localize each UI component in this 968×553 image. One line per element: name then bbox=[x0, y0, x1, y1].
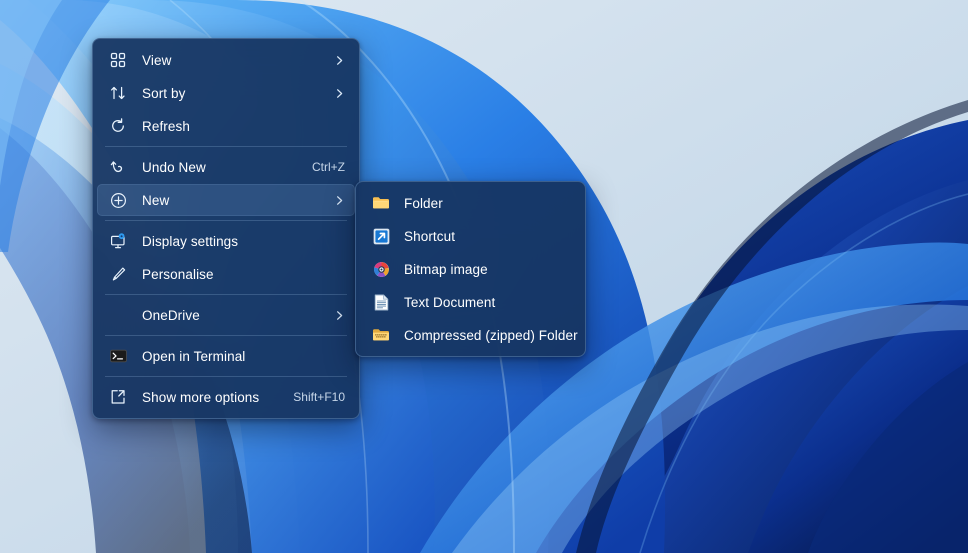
undo-icon bbox=[108, 157, 128, 177]
menu-item-label: Open in Terminal bbox=[142, 349, 345, 364]
menu-separator bbox=[105, 294, 347, 295]
menu-item-label: Sort by bbox=[142, 86, 323, 101]
menu-separator bbox=[105, 146, 347, 147]
menu-item-personalise[interactable]: Personalise bbox=[97, 258, 355, 290]
plus-circle-icon bbox=[108, 190, 128, 210]
submenu-item-bitmap-image[interactable]: Bitmap image bbox=[360, 253, 581, 285]
menu-item-label: Undo New bbox=[142, 160, 298, 175]
menu-item-refresh[interactable]: Refresh bbox=[97, 110, 355, 142]
menu-item-view[interactable]: View bbox=[97, 44, 355, 76]
menu-item-undo-new[interactable]: Undo New Ctrl+Z bbox=[97, 151, 355, 183]
submenu-item-label: Bitmap image bbox=[404, 262, 571, 277]
menu-item-accelerator: Ctrl+Z bbox=[312, 160, 345, 174]
menu-separator bbox=[105, 335, 347, 336]
menu-separator bbox=[105, 220, 347, 221]
menu-item-label: View bbox=[142, 53, 323, 68]
menu-item-open-in-terminal[interactable]: Open in Terminal bbox=[97, 340, 355, 372]
chevron-right-icon bbox=[333, 194, 345, 206]
menu-item-label: Refresh bbox=[142, 119, 345, 134]
chevron-right-icon bbox=[333, 87, 345, 99]
chevron-right-icon bbox=[333, 54, 345, 66]
submenu-item-compressed-folder[interactable]: Compressed (zipped) Folder bbox=[360, 319, 581, 351]
brush-icon bbox=[108, 264, 128, 284]
zipped-folder-icon bbox=[371, 325, 391, 345]
menu-item-label: Personalise bbox=[142, 267, 345, 282]
submenu-item-label: Folder bbox=[404, 196, 571, 211]
submenu-item-label: Text Document bbox=[404, 295, 571, 310]
submenu-item-label: Compressed (zipped) Folder bbox=[404, 328, 578, 343]
folder-icon bbox=[371, 193, 391, 213]
submenu-item-folder[interactable]: Folder bbox=[360, 187, 581, 219]
terminal-icon bbox=[108, 346, 128, 366]
shortcut-icon bbox=[371, 226, 391, 246]
submenu-item-label: Shortcut bbox=[404, 229, 571, 244]
menu-item-label: OneDrive bbox=[142, 308, 323, 323]
expand-icon bbox=[108, 387, 128, 407]
menu-item-label: Display settings bbox=[142, 234, 345, 249]
monitor-icon bbox=[108, 231, 128, 251]
menu-item-onedrive[interactable]: OneDrive bbox=[97, 299, 355, 331]
menu-item-label: New bbox=[142, 193, 323, 208]
new-submenu[interactable]: Folder Shortcut bbox=[355, 181, 586, 357]
menu-item-sort-by[interactable]: Sort by bbox=[97, 77, 355, 109]
submenu-item-shortcut[interactable]: Shortcut bbox=[360, 220, 581, 252]
sort-icon bbox=[108, 83, 128, 103]
submenu-item-text-document[interactable]: Text Document bbox=[360, 286, 581, 318]
onedrive-icon-placeholder bbox=[108, 305, 128, 325]
bitmap-image-icon bbox=[371, 259, 391, 279]
menu-item-new[interactable]: New bbox=[97, 184, 355, 216]
text-document-icon bbox=[371, 292, 391, 312]
refresh-icon bbox=[108, 116, 128, 136]
grid-icon bbox=[108, 50, 128, 70]
menu-item-accelerator: Shift+F10 bbox=[293, 390, 345, 404]
desktop-context-menu[interactable]: View Sort by bbox=[92, 38, 360, 419]
menu-item-label: Show more options bbox=[142, 390, 279, 405]
chevron-right-icon bbox=[333, 309, 345, 321]
menu-item-display-settings[interactable]: Display settings bbox=[97, 225, 355, 257]
menu-item-show-more-options[interactable]: Show more options Shift+F10 bbox=[97, 381, 355, 413]
desktop[interactable]: View Sort by bbox=[0, 0, 968, 553]
menu-separator bbox=[105, 376, 347, 377]
